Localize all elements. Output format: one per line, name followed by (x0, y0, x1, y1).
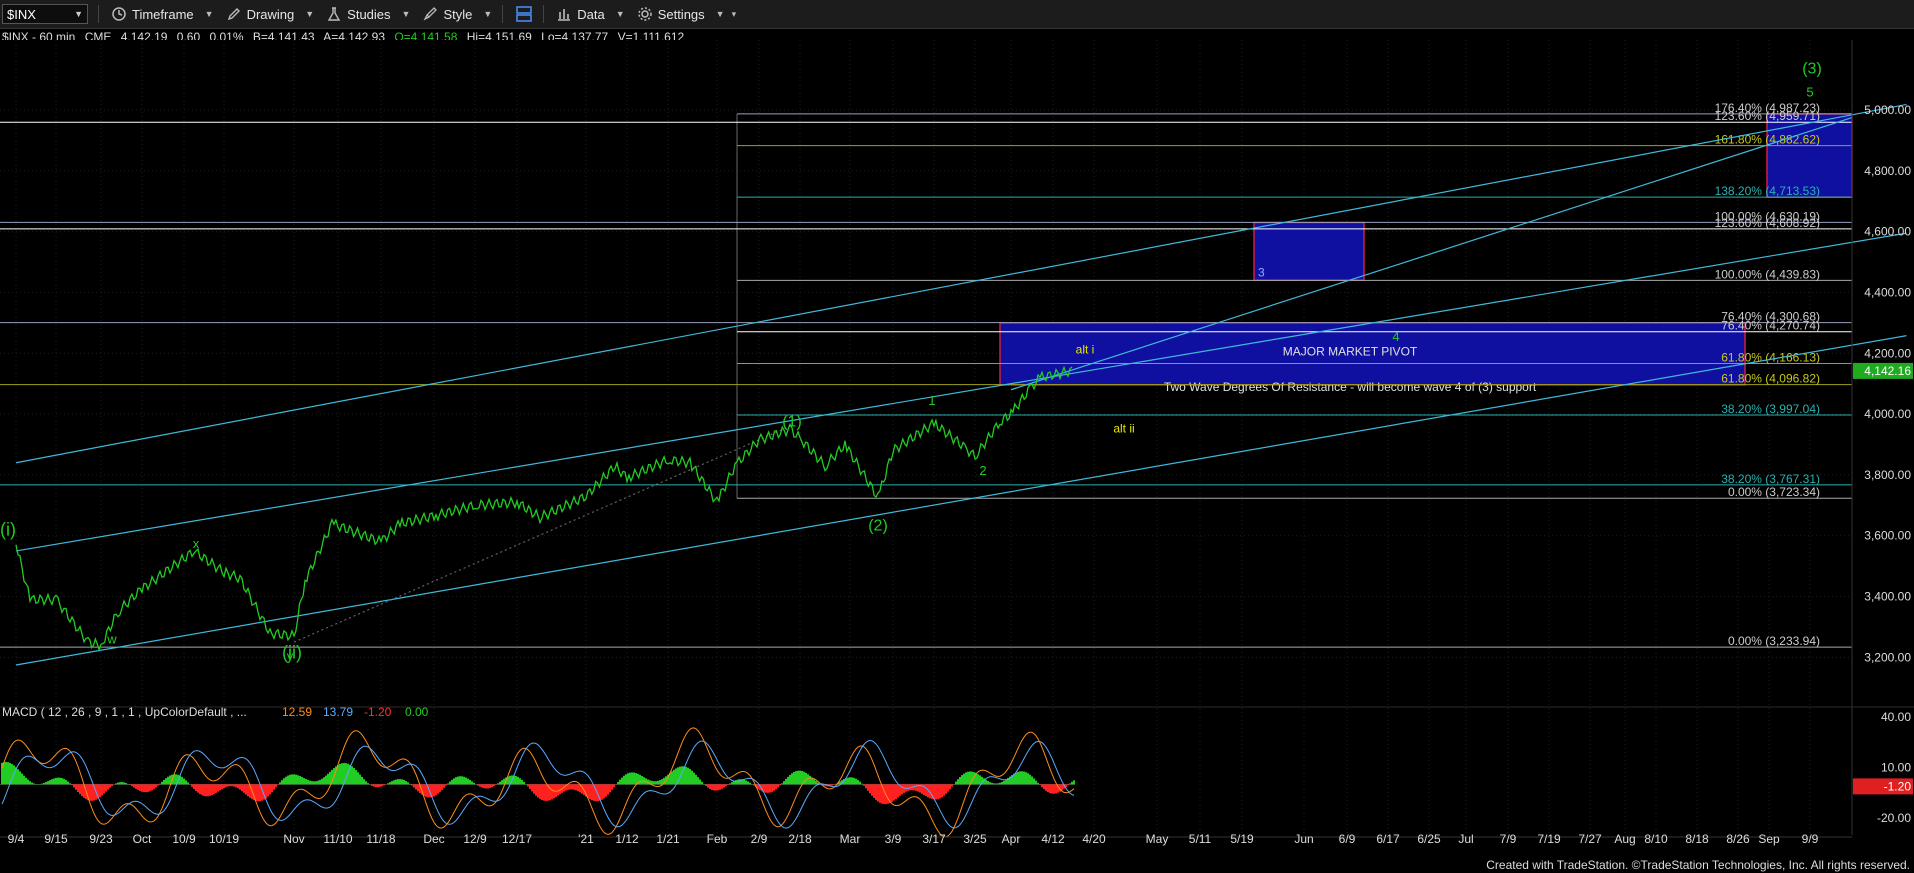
time-axis-tick-label: Dec (423, 832, 444, 846)
price-axis-tick-label: 4,600.00 (1864, 225, 1911, 239)
time-axis-tick-label: 1/21 (656, 832, 680, 846)
price-axis-tick-label: 3,200.00 (1864, 650, 1911, 664)
macd-axis-tick-label: 10.00 (1881, 761, 1911, 775)
time-axis-tick-label: 3/17 (922, 832, 946, 846)
time-axis-tick-label: 10/9 (172, 832, 196, 846)
fib-level-label: 61.80% (4,166.13) (1721, 351, 1820, 365)
time-axis-tick-label: 11/18 (366, 832, 395, 846)
time-axis-tick-label: 7/19 (1537, 832, 1561, 846)
wave-label: alt ii (1113, 421, 1134, 435)
time-axis-tick-label: 9/9 (1802, 832, 1819, 846)
time-axis-tick-label: 8/18 (1685, 832, 1709, 846)
wave-label: 2 (979, 463, 986, 478)
fib-level-label: 61.80% (4,096.82) (1721, 372, 1820, 386)
wave-label: (ii) (282, 643, 302, 663)
price-axis-tick-label: 4,800.00 (1864, 164, 1911, 178)
time-axis-tick-label: '21 (578, 832, 594, 846)
time-axis-tick-label: Aug (1614, 832, 1635, 846)
time-axis-tick-label: 8/10 (1644, 832, 1668, 846)
zone-sublabel: Two Wave Degrees Of Resistance - will be… (1164, 380, 1537, 394)
wave-label: (2) (868, 518, 888, 535)
time-axis-tick-label: 11/10 (323, 832, 352, 846)
time-axis-tick-label: Apr (1002, 832, 1021, 846)
zone-label-major-pivot: MAJOR MARKET PIVOT (1283, 344, 1418, 358)
time-axis-tick-label: 12/9 (463, 832, 487, 846)
macd-value: 12.59 (282, 705, 312, 719)
macd-axis-tick-label: 40.00 (1881, 710, 1911, 724)
time-axis-tick-label: May (1146, 832, 1169, 846)
time-axis-tick-label: 12/17 (502, 832, 532, 846)
time-axis-tick-label: 6/25 (1417, 832, 1441, 846)
time-axis-tick-label: Sep (1758, 832, 1780, 846)
price-axis-tick-label: 3,800.00 (1864, 468, 1911, 482)
time-axis-tick-label: Feb (707, 832, 728, 846)
time-axis-tick-label: 3/25 (963, 832, 987, 846)
time-axis-tick-label: Nov (283, 832, 304, 846)
footer-copyright: Created with TradeStation. ©TradeStation… (1486, 858, 1910, 872)
time-axis-tick-label: 3/9 (885, 832, 902, 846)
price-chart[interactable]: MAJOR MARKET PIVOT Two Wave Degrees Of Re… (0, 0, 1914, 873)
wave-label: 5 (1806, 84, 1813, 99)
time-axis-tick-label: 7/9 (1500, 832, 1517, 846)
time-axis-tick-label: Jun (1294, 832, 1313, 846)
wave-label: (3) (1802, 60, 1822, 77)
price-axis-tick-label: 5,000.00 (1864, 103, 1911, 117)
fib-level-label: 123.60% (4,608.92) (1715, 216, 1820, 230)
macd-title: MACD ( 12 , 26 , 9 , 1 , 1 , UpColorDefa… (2, 705, 247, 719)
price-axis-tick-label: 4,400.00 (1864, 285, 1911, 299)
time-axis-tick-label: 2/18 (788, 832, 812, 846)
time-axis-tick-label: Mar (840, 832, 861, 846)
time-axis-tick-label: Oct (133, 832, 152, 846)
current-price-label: 4,142.16 (1864, 364, 1911, 378)
zone-label-wave3: 3 (1258, 265, 1265, 279)
wave-label: (1) (782, 413, 802, 430)
time-axis-tick-label: 6/9 (1339, 832, 1356, 846)
wave-label: w (106, 631, 117, 646)
time-axis-tick-label: 9/15 (44, 832, 68, 846)
time-axis-tick-label: 6/17 (1376, 832, 1400, 846)
time-axis-tick-label: 5/11 (1189, 832, 1212, 846)
fib-level-label: 0.00% (3,723.34) (1728, 485, 1820, 499)
macd-axis-tick-label: -20.00 (1877, 811, 1911, 825)
target-zone (1253, 221, 1365, 282)
fib-level-label: 138.20% (4,713.53) (1715, 184, 1820, 198)
wave-label: 1 (928, 393, 935, 408)
wave-label: x (193, 536, 200, 551)
fib-level-label: 100.00% (4,439.83) (1715, 267, 1820, 281)
wave-label: 4 (1392, 329, 1399, 344)
price-axis-tick-label: 4,000.00 (1864, 407, 1911, 421)
price-axis-tick-label: 4,200.00 (1864, 346, 1911, 360)
fib-level-label: 38.20% (3,767.31) (1721, 472, 1820, 486)
time-axis-tick-label: 1/12 (615, 832, 639, 846)
time-axis-tick-label: 4/12 (1041, 832, 1065, 846)
time-axis-tick-label: 9/4 (8, 832, 25, 846)
macd-value: 0.00 (405, 705, 429, 719)
time-axis-tick-label: 7/27 (1578, 832, 1602, 846)
time-axis-tick-label: 9/23 (89, 832, 113, 846)
time-axis-tick-label: 8/26 (1726, 832, 1750, 846)
time-axis-tick-label: 4/20 (1082, 832, 1106, 846)
time-axis-tick-label: Jul (1458, 832, 1473, 846)
wave-label: (i) (0, 520, 16, 540)
fib-level-label: 123.60% (4,959.71) (1715, 109, 1820, 123)
price-axis-tick-label: 3,600.00 (1864, 529, 1911, 543)
macd-value: 13.79 (323, 705, 353, 719)
fib-level-label: 38.20% (3,997.04) (1721, 402, 1820, 416)
macd-value: -1.20 (364, 705, 392, 719)
fib-level-label: 0.00% (3,233.94) (1728, 634, 1820, 648)
time-axis-tick-label: 2/9 (751, 832, 768, 846)
fib-level-label: 76.40% (4,270.74) (1721, 319, 1820, 333)
time-axis-tick-label: 10/19 (209, 832, 239, 846)
macd-current-label: -1.20 (1884, 779, 1912, 793)
time-axis-tick-label: 5/19 (1230, 832, 1254, 846)
wave-label: alt i (1076, 342, 1095, 356)
price-axis-tick-label: 3,400.00 (1864, 590, 1911, 604)
